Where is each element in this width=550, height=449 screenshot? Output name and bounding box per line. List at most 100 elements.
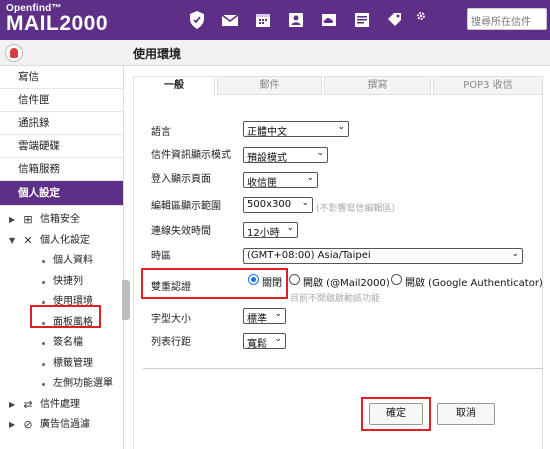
editor-size-value: 500x300: [247, 199, 292, 210]
tree-item-label: 信件處理: [40, 398, 80, 410]
two-factor-mail2000-radio[interactable]: [289, 274, 300, 285]
bullet-icon: [42, 342, 45, 345]
mailbox-security-icon: ⊞: [23, 213, 33, 226]
tab-general[interactable]: 一般: [133, 76, 215, 96]
line-spacing-select[interactable]: 寬鬆 ⌄: [243, 333, 286, 349]
tree-item-shortcut-bar[interactable]: 快捷列: [0, 272, 123, 293]
highlight-box-environment: [30, 305, 101, 328]
ok-button[interactable]: 確定: [369, 403, 423, 425]
sidebar-item-mailbox[interactable]: 信件匣: [0, 89, 123, 112]
calendar-icon[interactable]: [246, 8, 279, 32]
tree-item-mail-processing[interactable]: ▶ ⇄ 信件處理: [0, 395, 123, 416]
tree-item-label: 個人化設定: [40, 234, 90, 246]
timezone-label: 時區: [151, 251, 171, 262]
chevron-down-icon: ⌄: [274, 309, 282, 319]
expand-arrow-icon[interactable]: ▶: [9, 395, 15, 416]
sidebar-item-mail-services[interactable]: 信箱服務: [0, 158, 123, 181]
contacts-icon[interactable]: [279, 8, 312, 32]
chevron-down-icon: ⌄: [316, 148, 324, 158]
tab-pop3[interactable]: POP3 收信: [433, 76, 543, 95]
settings-icon[interactable]: [411, 8, 431, 32]
sidebar-item-personal-settings[interactable]: 個人設定: [0, 181, 123, 206]
bullet-icon: [42, 260, 45, 263]
timeout-value: 12小時: [247, 228, 280, 238]
top-icon-bar: [180, 8, 431, 32]
settings-tabs: 一般 郵件 撰寫 POP3 收信: [133, 76, 543, 96]
tree-item-personalization[interactable]: ▼ ✕ 個人化設定: [0, 231, 123, 252]
display-mode-label: 信件資訊顯示模式: [151, 150, 231, 161]
line-spacing-value: 寬鬆: [247, 339, 267, 349]
expand-arrow-icon[interactable]: ▶: [9, 415, 15, 436]
timeout-select[interactable]: 12小時 ⌄: [243, 222, 298, 238]
bullet-icon: [42, 362, 45, 366]
cancel-button[interactable]: 取消: [437, 403, 495, 425]
chevron-down-icon: ⌄: [301, 198, 309, 208]
sidebar-collapse-handle[interactable]: [122, 280, 130, 320]
tree-item-label: 個人資料: [53, 255, 93, 266]
login-page-select[interactable]: 收信匣 ⌄: [243, 172, 318, 188]
two-factor-google-label: 開啟 (Google Authenticator): [405, 278, 543, 289]
tools-icon: ✕: [23, 233, 33, 247]
two-factor-label: 雙重認證: [151, 282, 191, 293]
tree-item-label: 簽名檔: [53, 337, 83, 348]
chevron-down-icon: ⌄: [511, 249, 519, 259]
brand-logo[interactable]: Openfind™ MAIL2000: [6, 3, 108, 34]
editor-size-note: (不影響寫信編輯區): [316, 204, 396, 214]
tree-item-label: 快捷列: [53, 275, 83, 287]
sidebar-item-compose[interactable]: 寫信: [0, 66, 123, 89]
collapse-arrow-icon[interactable]: ▼: [9, 231, 15, 252]
tab-mail[interactable]: 郵件: [217, 76, 322, 95]
tree-item-tag-management[interactable]: 標籤管理: [0, 354, 123, 375]
display-mode-select[interactable]: 預設模式 ⌄: [243, 147, 328, 163]
tree-item-spam-filter[interactable]: ▶ ⊘ 廣告信過濾: [0, 415, 123, 436]
tree-item-label: 標籤管理: [53, 357, 93, 369]
login-page-label: 登入顯示頁面: [151, 174, 211, 185]
mail-process-icon: ⇄: [23, 397, 33, 411]
tree-item-label: 信箱安全: [40, 214, 80, 225]
language-label: 語言: [151, 127, 171, 138]
editor-size-label: 編輯區顯示範圍: [151, 201, 221, 212]
sidebar-item-contacts[interactable]: 通訊錄: [0, 112, 123, 135]
tree-item-label: 廣告信過濾: [40, 419, 90, 430]
block-icon: ⊘: [23, 418, 33, 431]
top-header: Openfind™ MAIL2000 搜尋所在信件: [0, 0, 550, 40]
editor-size-select[interactable]: 500x300 ⌄: [243, 197, 313, 213]
line-spacing-label: 列表行距: [151, 337, 191, 348]
timeout-label: 連線失效時間: [151, 226, 211, 237]
page-title: 使用環境: [133, 47, 182, 61]
two-factor-google-radio[interactable]: [391, 274, 402, 285]
mail-icon[interactable]: [213, 8, 246, 32]
sidebar-item-cloud-drive[interactable]: 雲端硬碟: [0, 135, 123, 158]
timezone-select[interactable]: (GMT+08:00) Asia/Taipei ⌄: [243, 248, 523, 264]
chevron-down-icon: ⌄: [274, 334, 282, 344]
search-input[interactable]: 搜尋所在信件: [467, 8, 547, 30]
brand-main-text: MAIL2000: [6, 12, 109, 35]
tag-icon[interactable]: [378, 8, 411, 32]
bullet-icon: [42, 280, 45, 284]
sidebar: 寫信 信件匣 通訊錄 雲端硬碟 信箱服務 個人設定 ▶ ⊞ 信箱安全 ▼ ✕ 個…: [0, 66, 124, 449]
language-select[interactable]: 正體中文 ⌄: [243, 121, 349, 137]
tree-item-mailbox-security[interactable]: ▶ ⊞ 信箱安全: [0, 210, 123, 231]
sub-header: [0, 40, 550, 66]
tree-item-profile[interactable]: 個人資料: [0, 251, 123, 272]
two-factor-mail2000-label: 開啟 (@Mail2000): [303, 278, 390, 289]
font-size-label: 字型大小: [151, 314, 191, 325]
chevron-down-icon: ⌄: [286, 223, 294, 233]
tab-compose[interactable]: 撰寫: [324, 76, 431, 95]
tree-item-left-menu[interactable]: 左側功能選單: [0, 374, 123, 395]
shield-icon[interactable]: [180, 8, 213, 32]
language-value: 正體中文: [247, 127, 287, 137]
two-factor-off-radio[interactable]: [248, 274, 259, 285]
tree-item-label: 左側功能選單: [53, 378, 113, 389]
form-divider: [143, 368, 543, 369]
chevron-down-icon: ⌄: [306, 173, 314, 183]
cloud-drive-icon[interactable]: [312, 8, 345, 32]
avatar[interactable]: [5, 44, 23, 62]
notes-icon[interactable]: [345, 8, 378, 32]
two-factor-note: 目前不開啟啟動該功能: [290, 294, 381, 304]
tree-item-signature[interactable]: 簽名檔: [0, 333, 123, 354]
font-size-value: 標準: [247, 314, 267, 324]
font-size-select[interactable]: 標準 ⌄: [243, 308, 286, 324]
expand-arrow-icon[interactable]: ▶: [9, 210, 15, 231]
two-factor-off-label: 關閉: [262, 278, 282, 289]
